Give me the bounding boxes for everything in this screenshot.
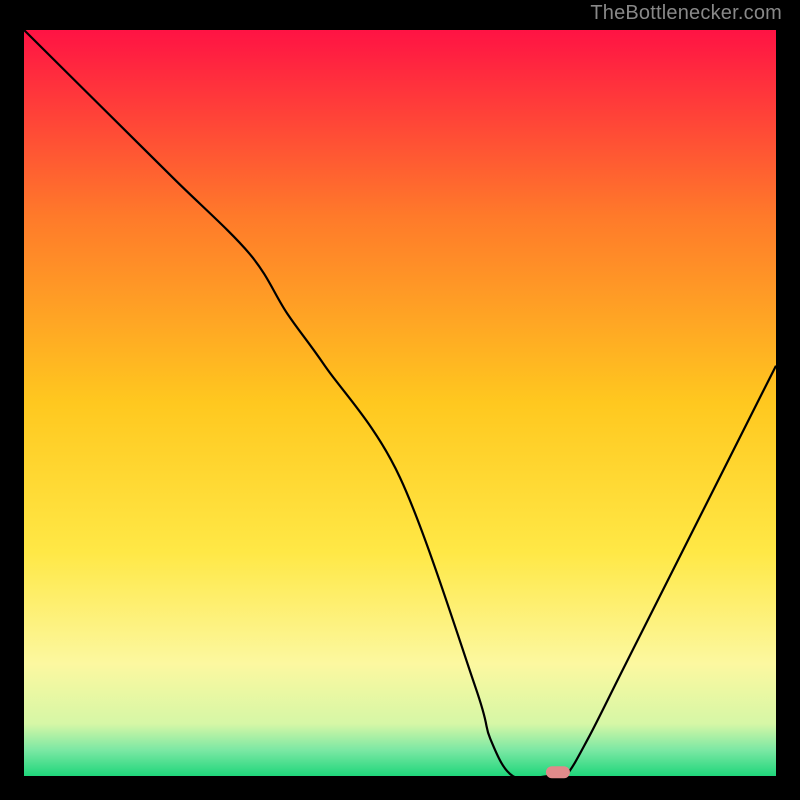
watermark-label: TheBottlenecker.com bbox=[590, 2, 782, 25]
chart-container: TheBottlenecker.com bbox=[0, 0, 800, 800]
bottleneck-chart bbox=[0, 0, 800, 800]
target-marker bbox=[546, 766, 570, 778]
